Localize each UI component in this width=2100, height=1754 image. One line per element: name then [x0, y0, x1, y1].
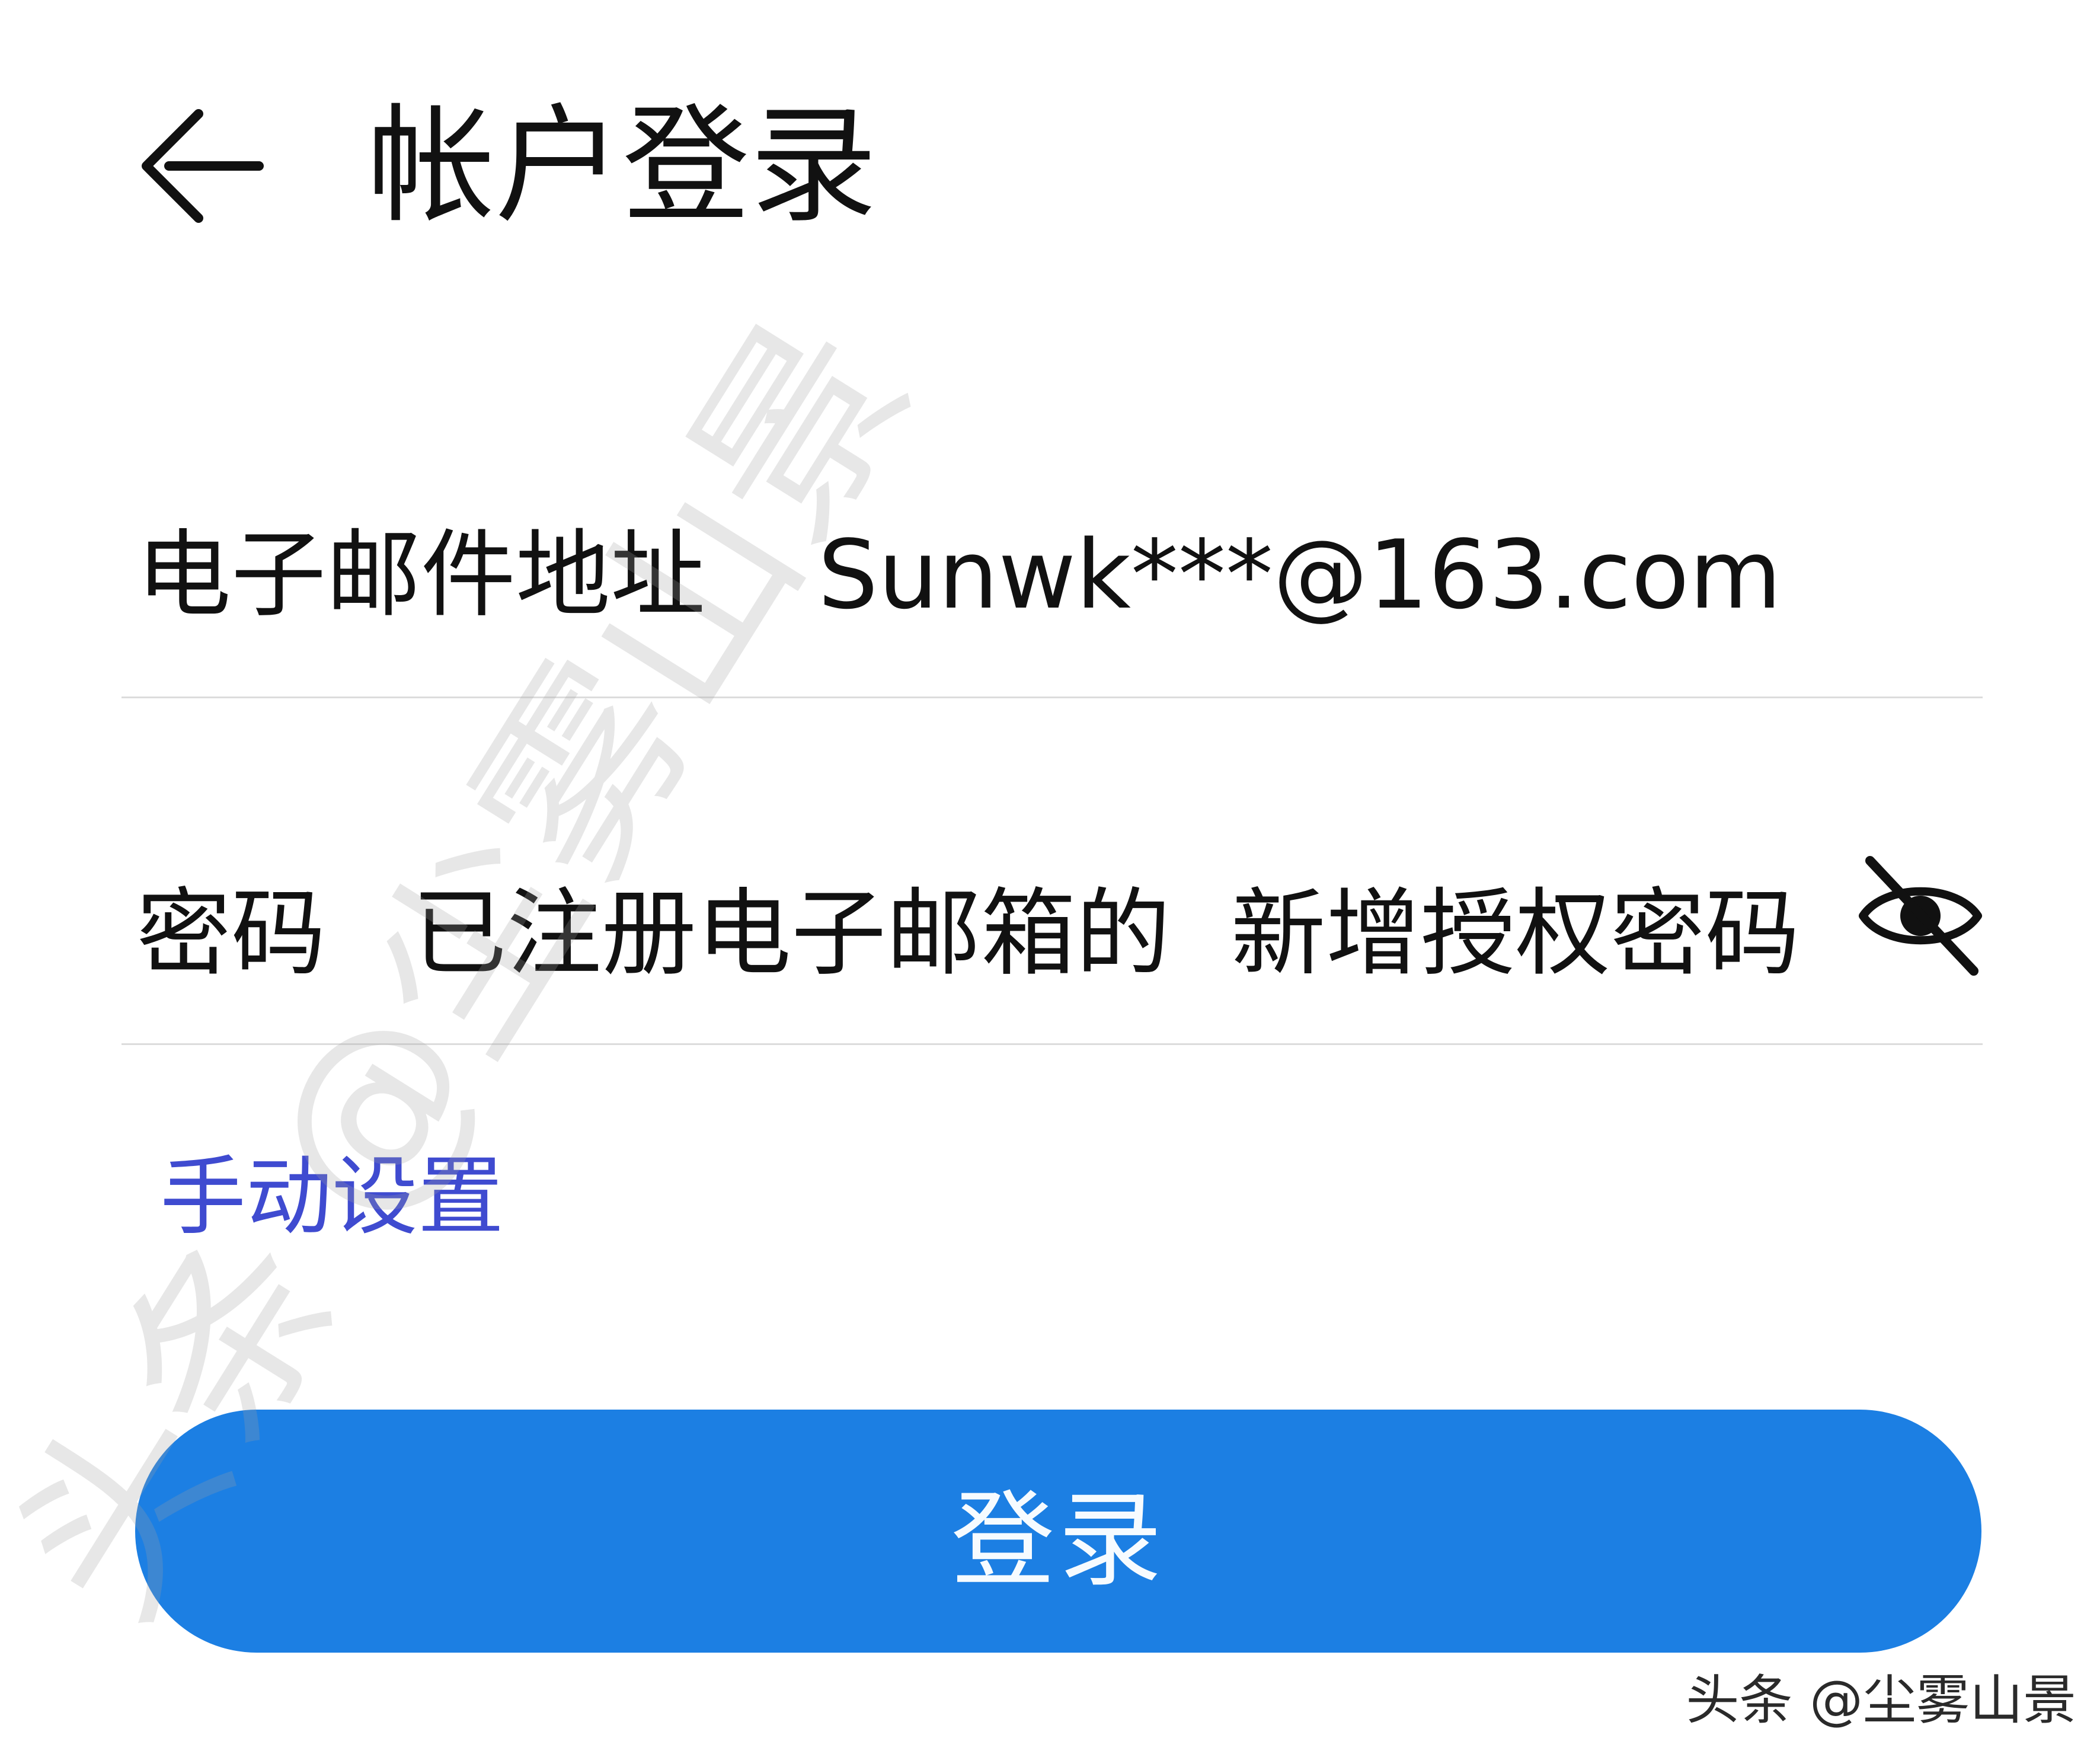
source-watermark: 头条 @尘雾山景: [1686, 1669, 2076, 1731]
password-field[interactable]: 已注册电子邮箱的 新增授权密码: [412, 874, 1800, 993]
email-label: 电子邮件地址: [136, 519, 706, 630]
app-header: 帐户登录: [0, 0, 2100, 332]
back-button[interactable]: [133, 101, 270, 231]
arrow-left-icon: [142, 109, 264, 223]
password-label: 密码: [136, 878, 327, 989]
email-field[interactable]: Sunwk***@163.com: [818, 516, 1885, 634]
divider: [122, 697, 1983, 698]
login-button[interactable]: 登录: [135, 1410, 1981, 1653]
manual-setup-link[interactable]: 手动设置: [160, 1141, 504, 1254]
password-visibility-toggle[interactable]: [1852, 848, 1989, 984]
email-row: 电子邮件地址 Sunwk***@163.com: [122, 462, 1983, 699]
password-row: 密码 已注册电子邮箱的 新增授权密码: [122, 806, 1983, 1043]
page-title: 帐户登录: [367, 91, 877, 240]
eye-off-icon: [1859, 856, 1982, 976]
divider: [122, 1043, 1983, 1045]
